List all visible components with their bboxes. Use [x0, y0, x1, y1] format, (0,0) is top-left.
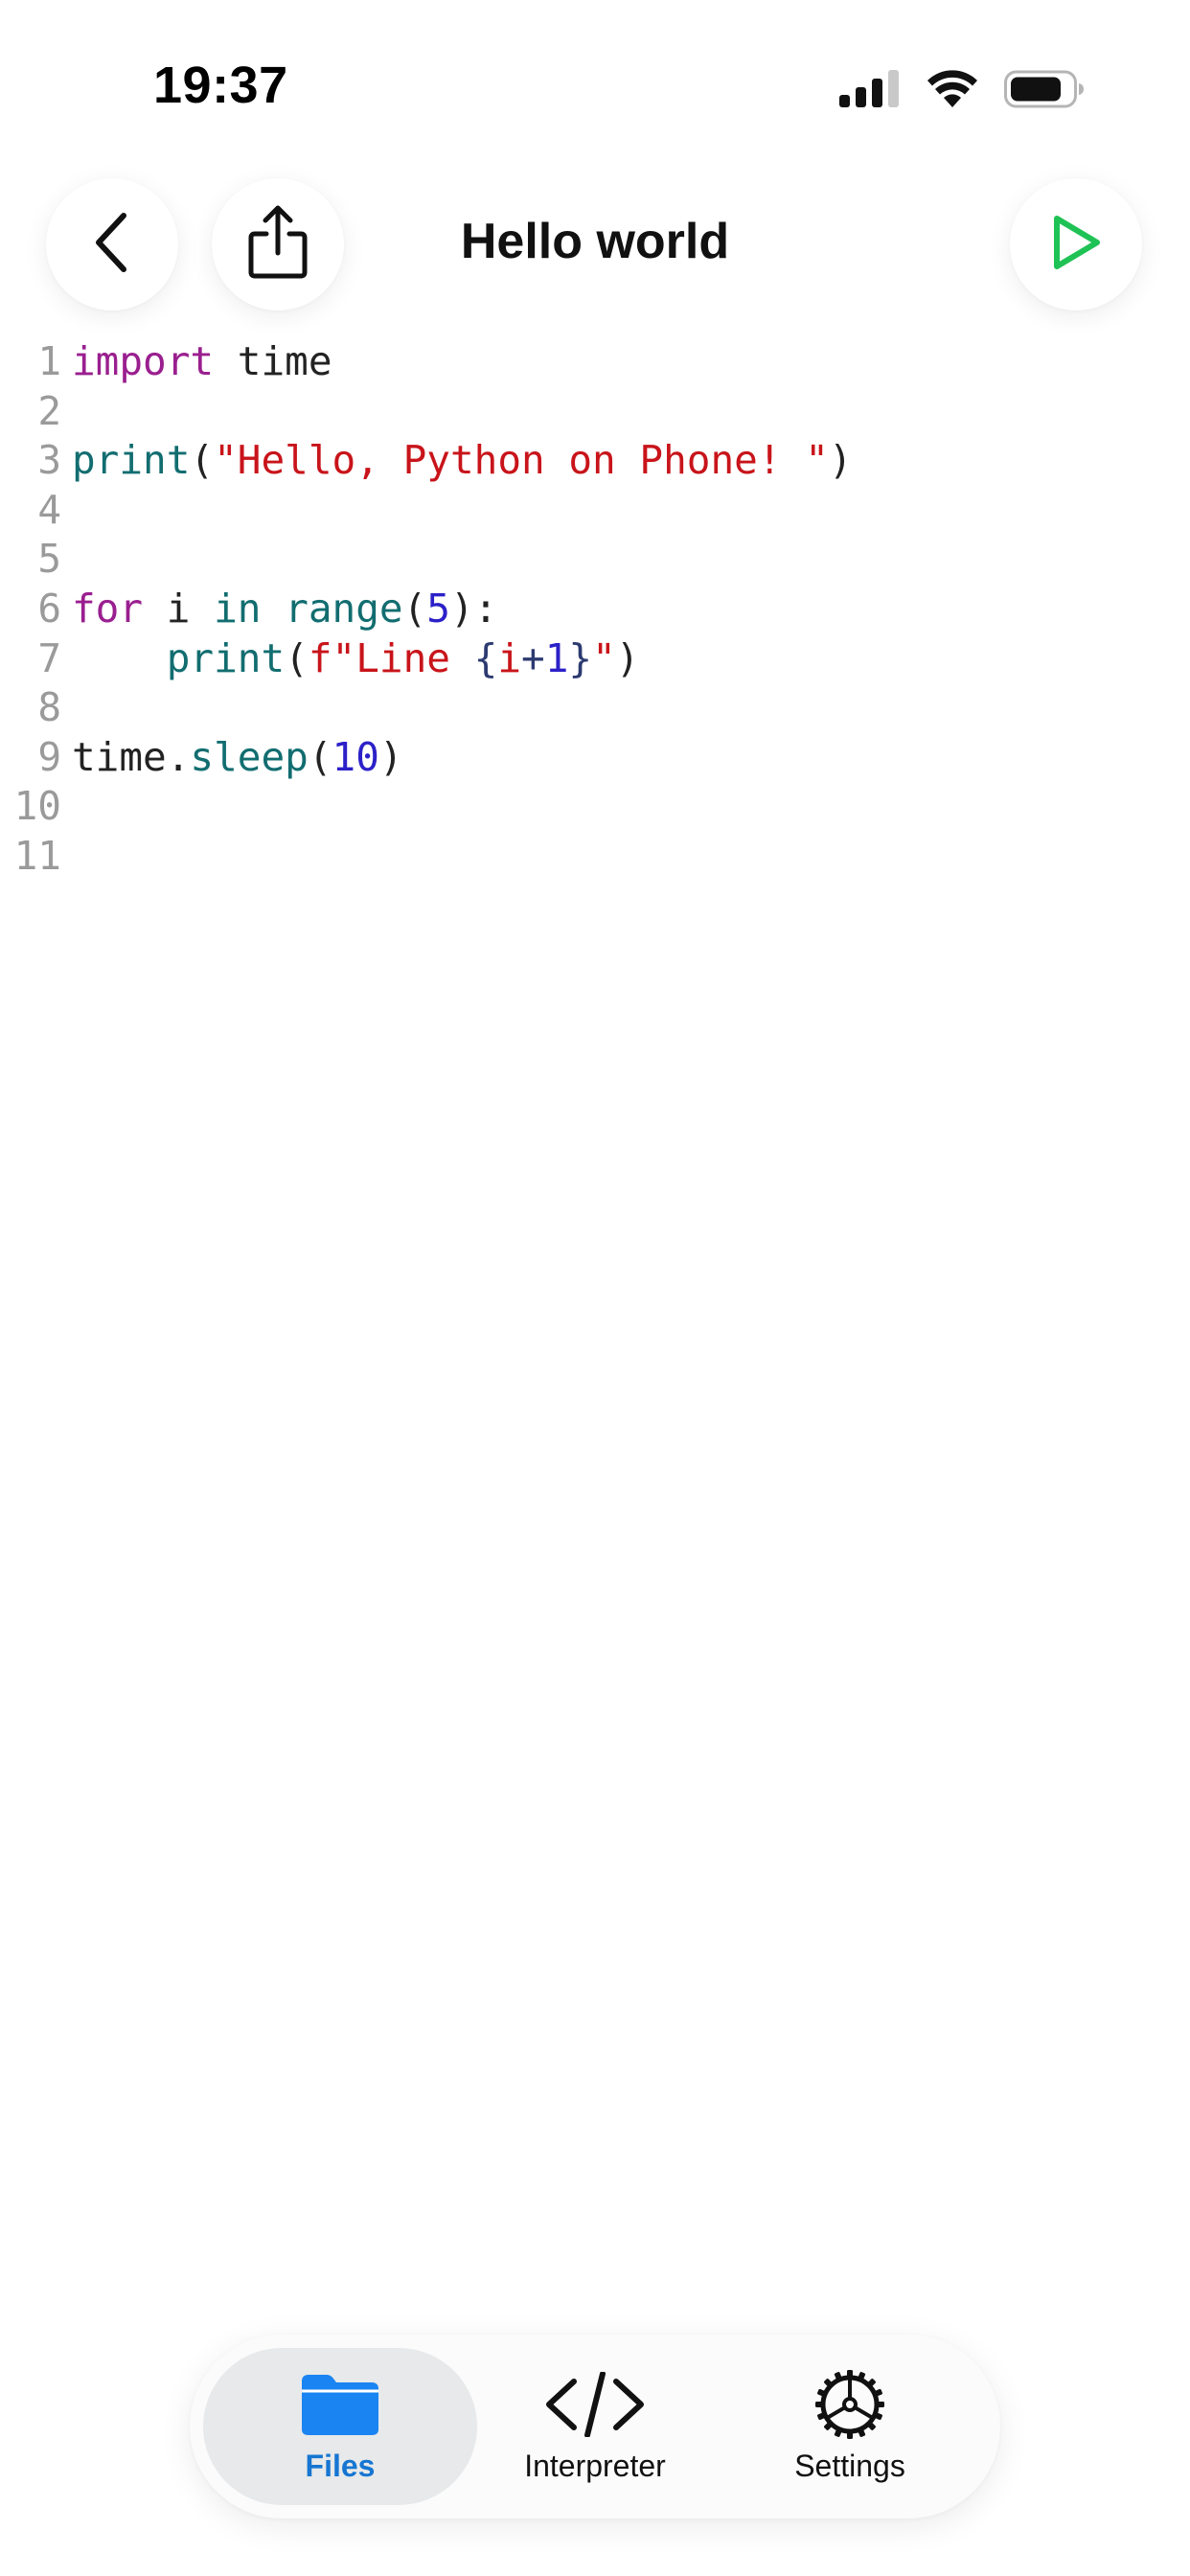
- line-number: 1: [37, 338, 61, 384]
- line-number: 2: [37, 387, 61, 434]
- code-token: print: [166, 634, 286, 681]
- code-line[interactable]: 3 print("Hello, Python on Phone! "): [0, 436, 1190, 486]
- code-brackets-icon: [545, 2370, 645, 2439]
- tab-bar: Files Interpreter Settings: [190, 2334, 1000, 2518]
- code-token: ): [615, 634, 640, 681]
- battery-icon: [1004, 69, 1085, 109]
- line-number: 4: [37, 486, 61, 533]
- code-token: (: [285, 634, 309, 681]
- line-code: for i in range(5):: [61, 585, 497, 634]
- tab-interpreter[interactable]: Interpreter: [477, 2348, 713, 2505]
- code-token: +: [521, 634, 545, 681]
- code-token: import: [72, 338, 215, 384]
- code-token: 1: [544, 634, 569, 681]
- run-button[interactable]: [1010, 178, 1142, 310]
- code-token: (: [190, 437, 215, 484]
- line-number: 8: [37, 684, 61, 731]
- code-line[interactable]: 2: [0, 387, 1190, 437]
- tab-settings[interactable]: Settings: [713, 2348, 987, 2505]
- code-token: time.: [72, 733, 191, 780]
- line-code: time.sleep(10): [61, 733, 403, 783]
- gear-icon: [812, 2369, 887, 2439]
- code-token: range: [285, 585, 403, 632]
- code-token: (: [402, 585, 427, 632]
- tab-files[interactable]: Files: [203, 2348, 477, 2505]
- line-code: import time: [61, 337, 332, 387]
- code-token: print: [72, 437, 191, 484]
- code-token: ): [828, 437, 853, 484]
- code-token: ):: [449, 585, 498, 632]
- line-number: 10: [13, 783, 61, 830]
- status-time: 19:37: [153, 57, 288, 114]
- code-token: sleep: [190, 733, 309, 780]
- line-number: 9: [37, 733, 61, 780]
- code-token: in: [214, 585, 262, 632]
- code-line[interactable]: 8: [0, 683, 1190, 733]
- code-token: ": [592, 634, 616, 681]
- code-line[interactable]: 5: [0, 535, 1190, 585]
- code-token: {: [473, 634, 498, 681]
- line-code: print(f"Line {i+1}"): [61, 634, 640, 684]
- wifi-icon: [926, 69, 979, 109]
- code-line[interactable]: 4: [0, 486, 1190, 536]
- line-number: 6: [37, 585, 61, 632]
- cellular-signal-icon: [839, 69, 901, 109]
- tab-label: Settings: [794, 2448, 905, 2483]
- code-token: i: [497, 634, 522, 681]
- line-number: 11: [13, 832, 61, 879]
- code-token: (: [308, 733, 332, 780]
- play-icon: [1049, 213, 1103, 277]
- code-token: i: [143, 585, 215, 632]
- code-line[interactable]: 1 import time: [0, 337, 1190, 387]
- tab-label: Files: [305, 2448, 376, 2483]
- code-token: for: [72, 585, 144, 632]
- line-number: 5: [37, 536, 61, 583]
- folder-icon: [300, 2370, 380, 2439]
- code-token: }: [568, 634, 593, 681]
- line-number: 3: [37, 437, 61, 484]
- code-token: "Hello, Python on Phone! ": [214, 437, 829, 484]
- code-token: f"Line: [308, 634, 474, 681]
- code-line[interactable]: 10: [0, 782, 1190, 832]
- code-line[interactable]: 6 for i in range(5):: [0, 585, 1190, 634]
- code-line[interactable]: 11: [0, 832, 1190, 882]
- code-editor[interactable]: 1 import time 2 3 print("Hello, Python on Ph…: [0, 337, 1190, 882]
- status-icons: [839, 63, 1085, 115]
- code-token: time: [214, 338, 332, 384]
- code-token: 10: [332, 733, 379, 780]
- code-token: ): [378, 733, 403, 780]
- tab-label: Interpreter: [524, 2448, 666, 2483]
- code-line[interactable]: 7 print(f"Line {i+1}"): [0, 634, 1190, 684]
- code-token: 5: [426, 585, 450, 632]
- line-code: print("Hello, Python on Phone! "): [61, 436, 853, 486]
- code-line[interactable]: 9 time.sleep(10): [0, 733, 1190, 783]
- line-number: 7: [37, 634, 61, 681]
